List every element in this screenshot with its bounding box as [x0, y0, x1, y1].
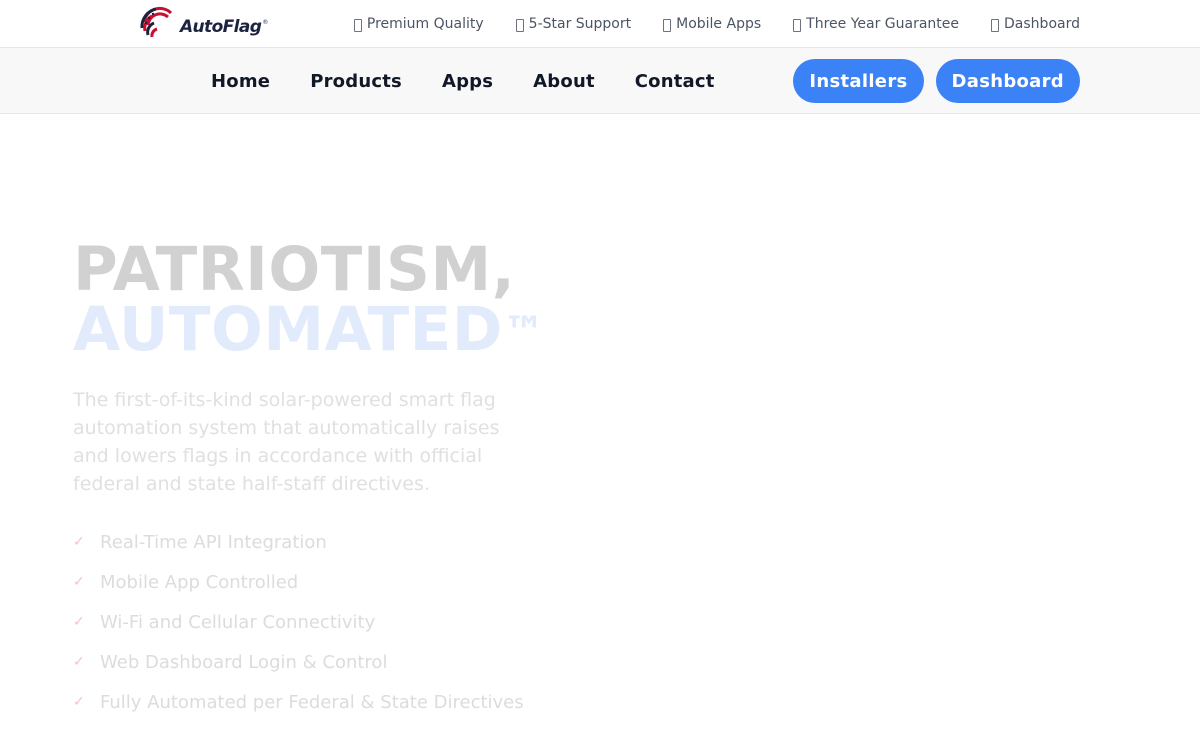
feature-item: ✓ Wi-Fi and Cellular Connectivity [73, 602, 633, 642]
feature-label: Mobile App Controlled [100, 571, 299, 593]
main-navbar: Home Products Apps About Contact Install… [0, 48, 1200, 114]
check-icon: ✓ [73, 574, 85, 590]
logo-wordmark: AutoFlag [180, 17, 262, 37]
hero-title: PATRIOTISM, AUTOMATED™ [73, 234, 633, 360]
utility-link-5-star-support[interactable]: 5-Star Support [515, 16, 632, 32]
check-icon: ✓ [73, 614, 85, 630]
check-icon: ✓ [73, 654, 85, 670]
nav-link-products[interactable]: Products [310, 71, 402, 92]
utility-link-label: Premium Quality [366, 16, 484, 32]
top-utility-bar: AutoFlag ® Premium Quality 5-Star Support… [0, 0, 1200, 48]
autoflag-logo[interactable]: AutoFlag ® [138, 4, 268, 44]
trademark-symbol: ™ [502, 307, 546, 356]
feature-item: ✓ Real-Time API Integration [73, 522, 633, 562]
installers-button[interactable]: Installers [793, 59, 924, 103]
hero-title-automated: AUTOMATED [73, 294, 503, 365]
registered-mark: ® [262, 18, 269, 26]
hero-description: The first-of-its-kind solar-powered smar… [73, 389, 500, 495]
nav-link-about[interactable]: About [533, 71, 595, 92]
feature-label: Web Dashboard Login & Control [100, 651, 388, 673]
nav-link-apps[interactable]: Apps [442, 71, 493, 92]
feature-label: Wi-Fi and Cellular Connectivity [100, 611, 376, 633]
utility-nav: Premium Quality 5-Star Support Mobile Ap… [353, 0, 1080, 48]
utility-link-dashboard[interactable]: Dashboard [991, 16, 1080, 32]
phone-icon [663, 18, 672, 32]
feature-item: ✓ Mobile App Controlled [73, 562, 633, 602]
utility-link-mobile-apps[interactable]: Mobile Apps [663, 16, 761, 32]
hero-title-line2: AUTOMATED™ [73, 299, 633, 360]
headset-icon [515, 18, 524, 32]
utility-link-label: 5-Star Support [528, 16, 632, 32]
hero-title-line1: PATRIOTISM, [73, 234, 516, 305]
dashboard-button[interactable]: Dashboard [935, 59, 1080, 103]
check-icon: ✓ [73, 694, 85, 710]
nav-link-contact[interactable]: Contact [635, 71, 715, 92]
feature-label: Real-Time API Integration [100, 531, 327, 553]
feature-label: Fully Automated per Federal & State Dire… [100, 691, 524, 713]
utility-link-label: Dashboard [1004, 16, 1080, 32]
dashboard-icon [991, 18, 1000, 32]
feature-item: ✓ Fully Automated per Federal & State Dir… [73, 682, 633, 722]
nav-buttons: Installers Dashboard [793, 59, 1080, 103]
hero-section: PATRIOTISM, AUTOMATED™ The first-of-its-… [73, 234, 633, 722]
flag-wave-logo-icon [140, 6, 173, 41]
utility-link-label: Mobile Apps [676, 16, 762, 32]
shield-icon [793, 18, 802, 32]
check-icon: ✓ [73, 534, 85, 550]
utility-link-three-year-guarantee[interactable]: Three Year Guarantee [793, 16, 959, 32]
feature-item: ✓ Web Dashboard Login & Control [73, 642, 633, 682]
main-nav-links: Home Products Apps About Contact [211, 48, 715, 114]
utility-link-label: Three Year Guarantee [806, 16, 960, 32]
badge-icon [353, 18, 362, 32]
nav-link-home[interactable]: Home [211, 71, 270, 92]
feature-list: ✓ Real-Time API Integration ✓ Mobile App C… [73, 522, 633, 722]
utility-link-premium-quality[interactable]: Premium Quality [353, 16, 484, 32]
